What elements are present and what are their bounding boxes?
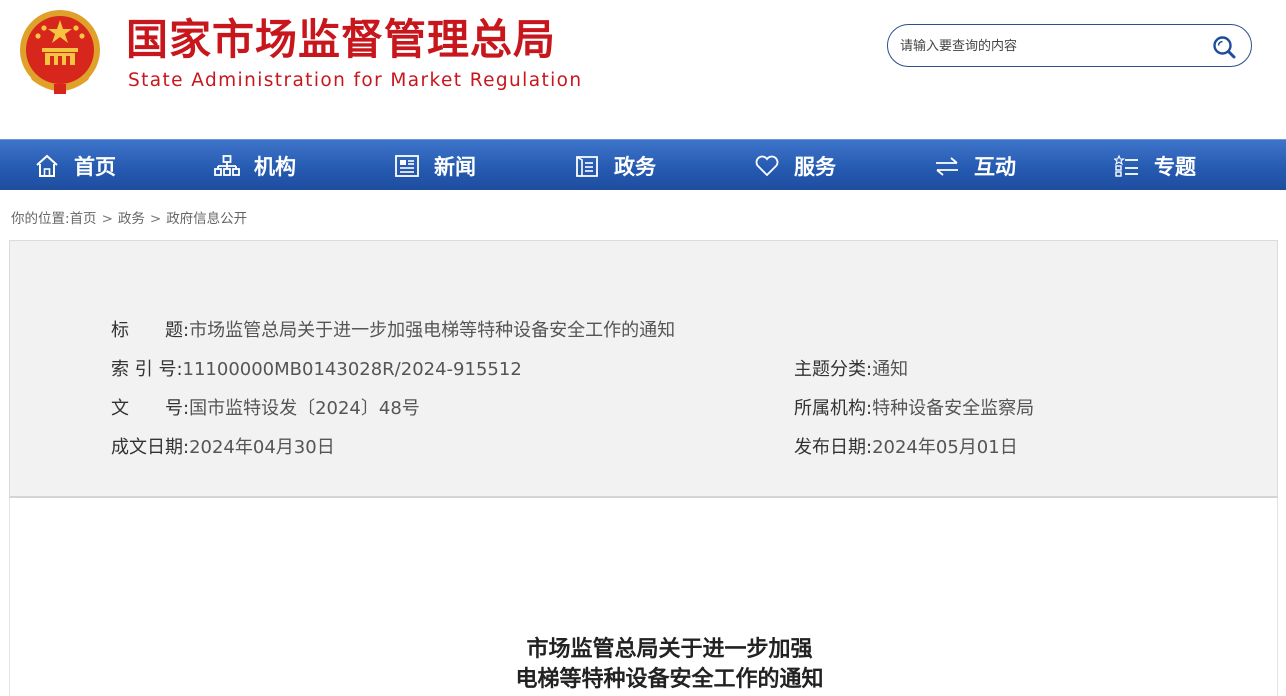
- org-chart-icon: [214, 154, 240, 176]
- nav-label: 新闻: [434, 154, 476, 179]
- exchange-arrows-icon: [936, 156, 958, 176]
- document-title-line: 市场监管总局关于进一步加强: [526, 636, 813, 662]
- publish-date-value: 2024年05月01日: [872, 437, 1018, 458]
- breadcrumb-affairs[interactable]: 政务: [118, 211, 145, 227]
- home-icon: [36, 154, 58, 177]
- list-icon: [1114, 154, 1138, 177]
- nav-item-home[interactable]: 首页: [34, 140, 116, 191]
- document-info-panel: 标 题:市场监管总局关于进一步加强电梯等特种设备安全工作的通知 索 引 号:11…: [9, 240, 1278, 498]
- national-emblem-icon[interactable]: [14, 6, 106, 100]
- publish-date-label: 发布日期:: [794, 437, 873, 458]
- breadcrumb-prefix: 你的位置:: [11, 211, 70, 227]
- site-header: 国家市场监督管理总局 State Administration for Mark…: [0, 0, 1286, 139]
- index-label: 索 引 号:: [111, 359, 183, 380]
- search-icon[interactable]: [1211, 34, 1237, 60]
- nav-item-topics[interactable]: 专题: [1114, 140, 1196, 191]
- info-row-topic: 主题分类:通知: [794, 358, 908, 382]
- document-title: 市场监管总局关于进一步加强 电梯等特种设备安全工作的通知: [0, 634, 1286, 694]
- breadcrumb-gov-info[interactable]: 政府信息公开: [166, 211, 247, 227]
- breadcrumb: 你的位置:首页 > 政务 > 政府信息公开: [11, 207, 247, 227]
- topic-value: 通知: [872, 359, 909, 380]
- nav-item-interaction[interactable]: 互动: [934, 140, 1016, 191]
- nav-item-org[interactable]: 机构: [214, 140, 296, 191]
- org-label: 所属机构:: [794, 398, 873, 419]
- info-row-title: 标 题:市场监管总局关于进一步加强电梯等特种设备安全工作的通知: [111, 319, 675, 343]
- breadcrumb-separator: >: [101, 211, 113, 227]
- org-value: 特种设备安全监察局: [872, 398, 1035, 419]
- nav-label: 机构: [254, 154, 296, 179]
- site-title-en: State Administration for Market Regulati…: [128, 70, 583, 91]
- nav-item-service[interactable]: 服务: [754, 140, 836, 191]
- search-input[interactable]: [900, 34, 1200, 58]
- newspaper-icon: [395, 154, 419, 177]
- search-box: [887, 24, 1252, 67]
- nav-label: 服务: [794, 154, 836, 179]
- nav-item-news[interactable]: 新闻: [394, 140, 476, 191]
- date-value: 2024年04月30日: [189, 437, 335, 458]
- info-row-index: 索 引 号:11100000MB0143028R/2024-915512: [111, 358, 522, 382]
- nav-label: 互动: [974, 154, 1016, 179]
- breadcrumb-separator: >: [149, 211, 162, 227]
- info-row-publish-date: 发布日期:2024年05月01日: [794, 436, 1018, 460]
- nav-label: 政务: [614, 154, 656, 179]
- nav-label: 专题: [1154, 154, 1196, 179]
- title-label: 标 题:: [111, 320, 190, 341]
- doc-no-value: 国市监特设发〔2024〕48号: [189, 398, 420, 419]
- nav-item-affairs[interactable]: 政务: [574, 140, 656, 191]
- main-nav: 首页 机构 新闻 政务 服务 互动 专题: [0, 139, 1286, 190]
- title-value: 市场监管总局关于进一步加强电梯等特种设备安全工作的通知: [189, 320, 676, 341]
- heart-icon: [755, 155, 779, 176]
- info-row-doc-no: 文 号:国市监特设发〔2024〕48号: [111, 397, 420, 421]
- document-icon: [576, 155, 598, 177]
- date-label: 成文日期:: [111, 437, 190, 458]
- document-title-line: 电梯等特种设备安全工作的通知: [515, 666, 824, 692]
- nav-label: 首页: [74, 154, 116, 179]
- info-row-date: 成文日期:2024年04月30日: [111, 436, 335, 460]
- site-title-cn[interactable]: 国家市场监督管理总局: [126, 12, 556, 68]
- topic-label: 主题分类:: [794, 359, 873, 380]
- breadcrumb-home[interactable]: 首页: [70, 211, 97, 227]
- index-value: 11100000MB0143028R/2024-915512: [182, 359, 522, 380]
- info-row-org: 所属机构:特种设备安全监察局: [794, 397, 1034, 421]
- doc-no-label: 文 号:: [111, 398, 190, 419]
